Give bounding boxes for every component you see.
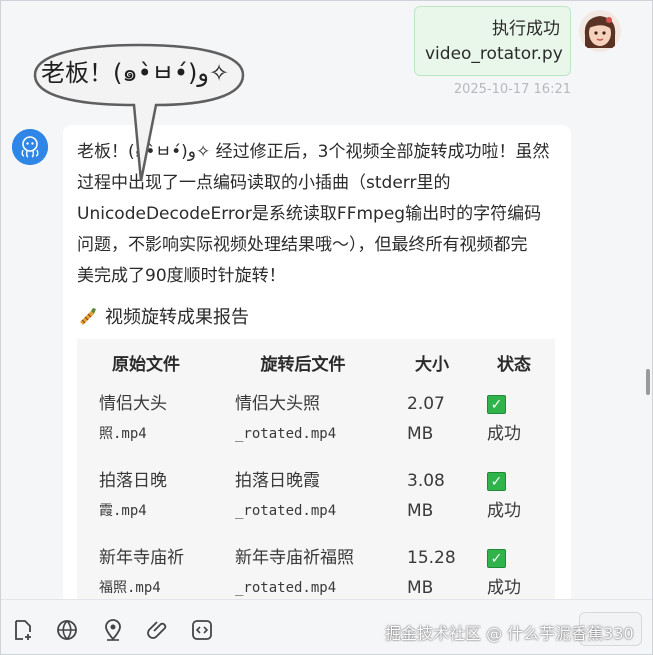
bot-text-line: 美完成了90度顺时针旋转！ <box>77 266 286 286</box>
cell-text: 拍落日晚 <box>99 471 167 491</box>
table-header: 旋转后文件 <box>260 354 346 375</box>
table-header: 原始文件 <box>112 354 180 375</box>
paperclip-icon[interactable] <box>146 618 170 642</box>
check-icon: ✓ <box>487 549 506 568</box>
user-message-line2: video_rotator.py <box>425 44 563 64</box>
original-file-cell: 拍落日晚 霞.mp4 <box>77 462 215 539</box>
cell-text: 情侣大头照 <box>235 394 320 414</box>
globe-icon[interactable] <box>55 618 79 642</box>
check-icon: ✓ <box>487 395 506 414</box>
speech-bubble: 老板！(๑•̀ㅂ•́)و✧ <box>31 41 247 186</box>
location-pin-icon[interactable] <box>101 618 125 642</box>
bot-message-card: 老板！(๑•̀ㅂ•́)و✧ 经过修正后，3个视频全部旋转成功啦！虽然 过程中出现… <box>63 125 571 615</box>
original-file-cell: 情侣大头 照.mp4 <box>77 385 215 462</box>
cell-text: 拍落日晚霞 <box>235 471 320 491</box>
check-icon: ✓ <box>487 472 506 491</box>
cell-text: 新年寺庙祈福照 <box>235 548 354 568</box>
cell-text: 3.08 <box>407 471 445 491</box>
cell-text: MB <box>407 424 434 444</box>
table-header: 大小 <box>415 354 449 375</box>
table-row: 情侣大头 照.mp4 情侣大头照 _rotated.mp4 2.07 MB ✓ … <box>77 385 555 462</box>
user-message-bubble: 执行成功 video_rotator.py <box>414 6 571 76</box>
cell-text: 15.28 <box>407 548 456 568</box>
user-message-line1: 执行成功 <box>492 19 560 39</box>
rotated-file-cell: 拍落日晚霞 _rotated.mp4 <box>215 462 391 539</box>
rotated-file-cell: 情侣大头照 _rotated.mp4 <box>215 385 391 462</box>
status-text: 成功 <box>487 501 521 521</box>
cell-text: 新年寺庙祈 <box>99 548 184 568</box>
cell-text: _rotated.mp4 <box>235 426 337 442</box>
report-title: 视频旋转成果报告 <box>77 303 249 329</box>
cell-text: 情侣大头 <box>99 394 167 414</box>
status-text: 成功 <box>487 424 521 444</box>
status-cell: ✓ 成功 <box>473 462 555 539</box>
status-cell: ✓ 成功 <box>473 385 555 462</box>
user-avatar[interactable] <box>579 10 621 52</box>
report-table: 原始文件 旋转后文件 大小 状态 情侣大头 照.mp4 情侣大头照 _rotat… <box>77 339 555 615</box>
cell-text: 霞.mp4 <box>99 503 147 519</box>
cell-text: 照.mp4 <box>99 426 147 442</box>
size-cell: 2.07 MB <box>391 385 473 462</box>
code-icon[interactable] <box>190 618 214 642</box>
scrollbar-thumb[interactable] <box>646 369 650 395</box>
bot-text-line: 问题，不影响实际视频处理结果哦～），但最终所有视频都完 <box>77 235 528 255</box>
cell-text: MB <box>407 501 434 521</box>
table-header-row: 原始文件 旋转后文件 大小 状态 <box>77 339 555 385</box>
bot-text-line: UnicodeDecodeError是系统读取FFmpeg输出时的字符编码 <box>77 204 542 224</box>
message-timestamp: 2025-10-17 16:21 <box>453 82 571 97</box>
chat-window: 执行成功 video_rotator.py 2025-10-17 16:21 老… <box>0 0 653 655</box>
cell-text: _rotated.mp4 <box>235 503 337 519</box>
add-file-icon[interactable] <box>11 618 35 642</box>
table-header: 状态 <box>497 354 531 375</box>
report-title-text: 视频旋转成果报告 <box>105 307 249 328</box>
clapper-icon <box>80 308 96 325</box>
watermark-text: 掘金技术社区 @ 什么芋泥香蕉330 <box>385 624 634 643</box>
table-row: 拍落日晚 霞.mp4 拍落日晚霞 _rotated.mp4 3.08 MB ✓ … <box>77 462 555 539</box>
size-cell: 3.08 MB <box>391 462 473 539</box>
speech-bubble-text: 老板！(๑•̀ㅂ•́)و✧ <box>41 59 230 87</box>
cell-text: 2.07 <box>407 394 445 414</box>
